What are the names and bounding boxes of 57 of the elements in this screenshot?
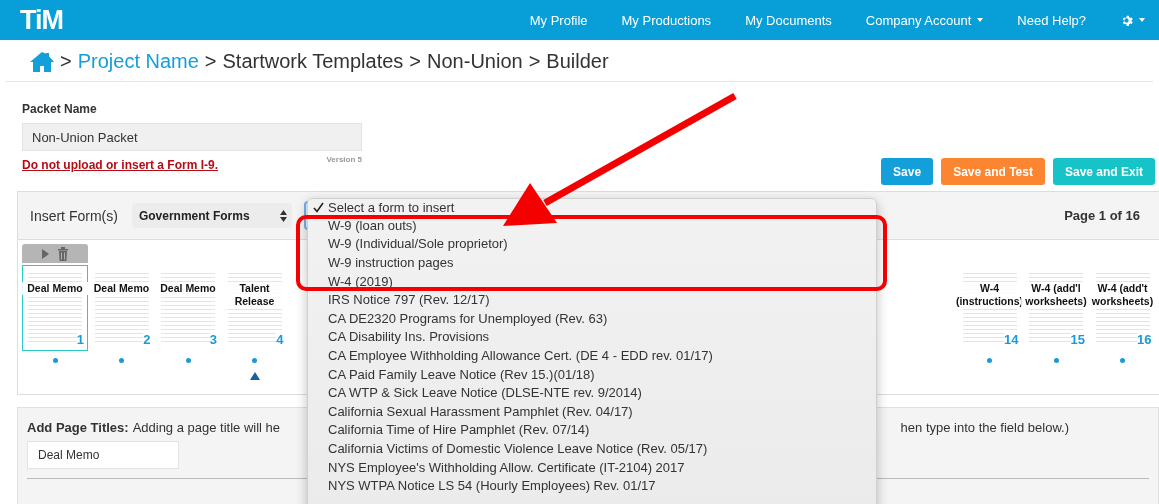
menu-item[interactable]: CA Employee Withholding Allowance Cert. (DE 4 - EDD rev. 01/17)	[308, 346, 876, 365]
packet-name-field[interactable]: Non-Union Packet	[22, 123, 362, 151]
menu-item[interactable]: W-4 (2019)	[308, 271, 876, 291]
trash-icon[interactable]	[56, 246, 69, 261]
settings-menu[interactable]	[1120, 13, 1145, 27]
breadcrumb-separator: >	[60, 50, 72, 73]
page-dot[interactable]	[1120, 358, 1125, 363]
breadcrumb-item: Non-Union	[427, 50, 523, 73]
menu-item[interactable]: NYS Employee's Withholding Allow. Certificate (IT-2104) 2017	[308, 457, 876, 477]
settings-icon	[1120, 13, 1133, 27]
page-dot[interactable]	[185, 358, 191, 363]
menu-item[interactable]: CA WTP & Sick Leave Notice (DLSE-NTE rev. 9/2014)	[308, 383, 876, 402]
menu-item[interactable]: NYS WTPA Notice LS 54 (Hourly Employees) Rev. 01/17	[308, 476, 876, 495]
menu-item[interactable]: Select a form to insert	[308, 199, 876, 216]
page-number: 1	[76, 332, 84, 347]
page-number: 14	[1004, 332, 1019, 347]
page-number: 2	[143, 332, 151, 347]
menu-item[interactable]: California Sexual Harassment Pamphlet (Rev. 04/17)	[308, 401, 876, 421]
help-text: hen type into the field below.)	[900, 420, 1069, 435]
menu-item[interactable]: California Time of Hire Pamphlet (Rev. 07/14)	[308, 420, 876, 440]
help-text: Adding a page title will he	[132, 420, 281, 435]
page-dot[interactable]	[1053, 358, 1059, 363]
version-label: Version 5	[326, 155, 362, 164]
page-dot[interactable]	[52, 358, 58, 363]
page-title: W-4 (instructions)	[954, 282, 1025, 308]
menu-item[interactable]: California Victims of Domestic Violence Leave Notice (Rev. 05/17)	[308, 439, 876, 458]
insert-label: Insert Form(s)	[30, 207, 118, 224]
page-indicator: Page 1 of 16	[1064, 208, 1140, 223]
page-title: Deal Memo	[20, 282, 90, 295]
page-dot[interactable]	[252, 358, 257, 363]
warning-link[interactable]: Do not upload or insert a Form I-9.	[22, 158, 218, 172]
breadcrumb-separator: >	[528, 50, 541, 73]
stepper-icon	[279, 209, 287, 222]
page-dot[interactable]	[987, 358, 992, 363]
menu-item[interactable]: W-9 instruction pages	[308, 253, 876, 272]
menu-item[interactable]: CA DE2320 Programs for Unemployed (Rev. 63)	[308, 308, 876, 328]
category-select[interactable]: Government Forms	[131, 203, 292, 228]
breadcrumb-separator: >	[409, 50, 422, 73]
page-title-field[interactable]: Deal Memo	[27, 441, 179, 469]
page-thumbnail[interactable]: Deal Memo 1	[22, 265, 88, 351]
home-icon[interactable]	[30, 51, 54, 72]
field-label: Packet Name	[22, 102, 98, 116]
menu-item[interactable]: W-9 (Individual/Sole proprietor)	[308, 234, 876, 254]
menu-item[interactable]: IRS Notice 797 (Rev. 12/17)	[308, 290, 876, 309]
page-number: 4	[276, 332, 284, 347]
play-icon[interactable]	[41, 248, 49, 259]
page-number: 15	[1070, 332, 1085, 347]
page-number: 16	[1137, 332, 1152, 347]
menu-item[interactable]: CA Disability Ins. Provisions	[308, 327, 876, 347]
menu-item[interactable]: CA Paid Family Leave Notice (Rev 15.)(01/18)	[308, 364, 876, 384]
page-dot[interactable]	[119, 358, 124, 363]
menu-item[interactable]: W-9 (loan outs)	[308, 216, 876, 235]
breadcrumb-item: Builder	[546, 50, 609, 73]
breadcrumb-item: Startwork Templates	[222, 50, 404, 73]
breadcrumb-separator: >	[204, 50, 217, 73]
page-number: 3	[209, 332, 217, 347]
section-label: Add Page Titles:	[27, 420, 129, 435]
